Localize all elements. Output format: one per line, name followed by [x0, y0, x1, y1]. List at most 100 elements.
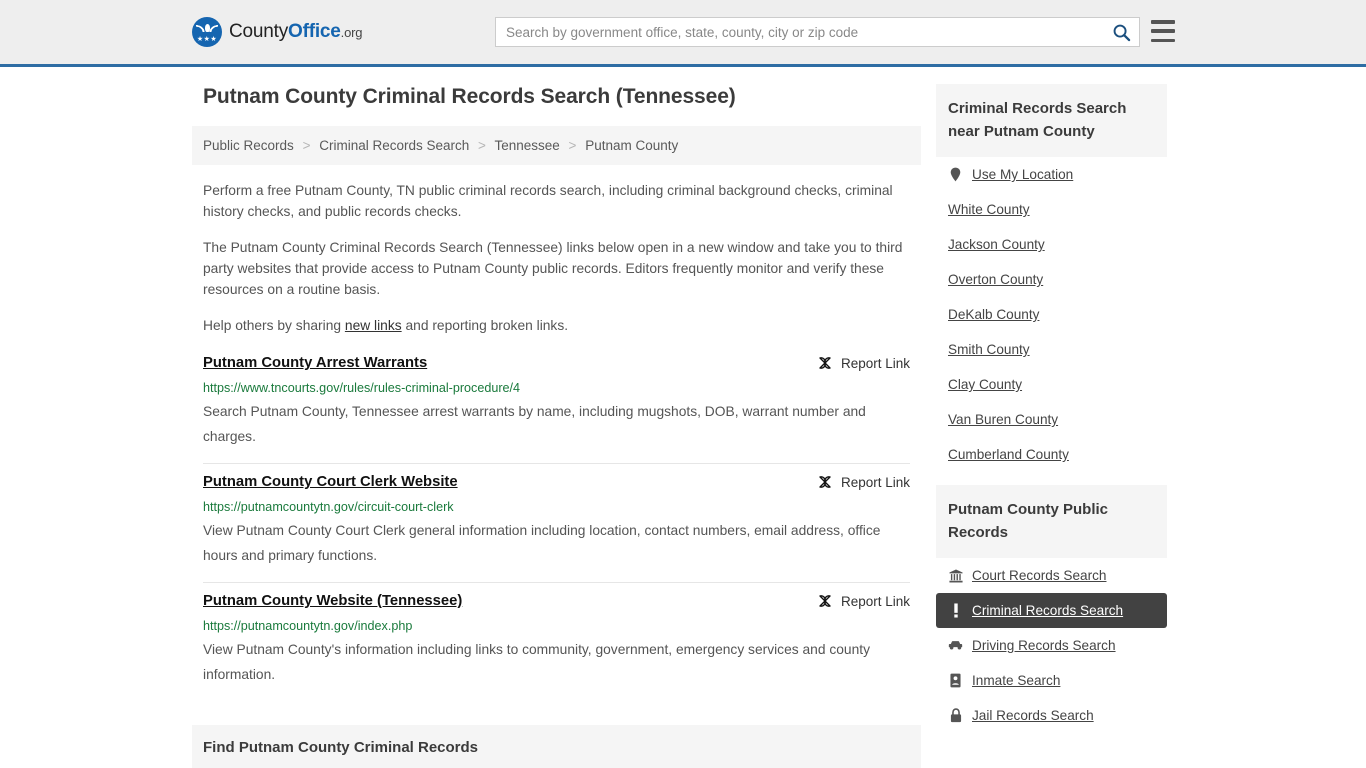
breadcrumb-separator: >: [478, 138, 486, 153]
broken-link-icon: [819, 357, 831, 369]
public-records-list: Court Records Search Criminal Records Se…: [936, 558, 1167, 733]
sidebar-item-clay-county[interactable]: Clay County: [936, 367, 1167, 402]
search-input[interactable]: [496, 18, 1103, 46]
list-item: Criminal Records Search: [936, 593, 1167, 628]
sidebar-item-label: White County: [948, 202, 1030, 217]
sidebar-item-label: DeKalb County: [948, 307, 1040, 322]
sidebar-item-white-county[interactable]: White County: [936, 192, 1167, 227]
result-header: Putnam County Arrest Warrants Report Lin…: [203, 354, 910, 373]
sidebar-item-label: Criminal Records Search: [972, 603, 1124, 618]
list-item: White County: [936, 192, 1167, 227]
report-link-button[interactable]: Report Link: [817, 474, 910, 490]
public-records-heading: Putnam County Public Records: [936, 485, 1167, 558]
list-item: Clay County: [936, 367, 1167, 402]
list-item: DeKalb County: [936, 297, 1167, 332]
broken-link-icon: [819, 476, 831, 488]
breadcrumb-item-putnam-county[interactable]: Putnam County: [585, 138, 678, 153]
sidebar-item-label: Jail Records Search: [972, 708, 1094, 723]
sidebar-item-criminal-records-search[interactable]: Criminal Records Search: [936, 593, 1167, 628]
result-title-link[interactable]: Putnam County Website (Tennessee): [203, 592, 462, 611]
result-item: Putnam County Court Clerk Website Report…: [203, 463, 910, 582]
breadcrumb-item-tennessee[interactable]: Tennessee: [494, 138, 559, 153]
result-item: Putnam County Arrest Warrants Report Lin…: [203, 351, 910, 463]
sidebar-item-use-my-location[interactable]: Use My Location: [936, 157, 1167, 192]
main-content: Putnam County Criminal Records Search (T…: [192, 67, 921, 768]
sidebar-item-label: Cumberland County: [948, 447, 1069, 462]
sidebar-item-jackson-county[interactable]: Jackson County: [936, 227, 1167, 262]
nearby-counties-list: Use My Location White County Jackson Cou…: [936, 157, 1167, 472]
page-title: Putnam County Criminal Records Search (T…: [203, 85, 736, 108]
hamburger-menu-icon[interactable]: [1151, 20, 1175, 42]
share-text-before: Help others by sharing: [203, 318, 345, 333]
result-title-link[interactable]: Putnam County Court Clerk Website: [203, 473, 458, 492]
courthouse-icon: [948, 568, 963, 583]
brand-part-org: .org: [340, 25, 363, 40]
breadcrumb: Public Records > Criminal Records Search…: [192, 126, 921, 165]
sidebar-item-overton-county[interactable]: Overton County: [936, 262, 1167, 297]
sidebar-item-smith-county[interactable]: Smith County: [936, 332, 1167, 367]
result-header: Putnam County Court Clerk Website Report…: [203, 473, 910, 492]
report-link-label: Report Link: [840, 593, 910, 609]
sidebar-item-inmate-search[interactable]: Inmate Search: [936, 663, 1167, 698]
sidebar: Criminal Records Search near Putnam Coun…: [936, 67, 1167, 768]
result-title-link[interactable]: Putnam County Arrest Warrants: [203, 354, 427, 373]
new-links-link[interactable]: new links: [345, 318, 402, 333]
sidebar-item-driving-records-search[interactable]: Driving Records Search: [936, 628, 1167, 663]
intro-paragraph-2: The Putnam County Criminal Records Searc…: [203, 240, 903, 297]
id-card-icon: [948, 673, 963, 688]
page-body: Putnam County Criminal Records Search (T…: [0, 67, 1366, 768]
list-item: Inmate Search: [936, 663, 1167, 698]
intro-paragraph-1: Perform a free Putnam County, TN public …: [203, 183, 893, 219]
sidebar-item-label: Jackson County: [948, 237, 1045, 252]
result-item: Putnam County Website (Tennessee) Report…: [203, 582, 910, 701]
report-link-label: Report Link: [840, 474, 910, 490]
result-description: Search Putnam County, Tennessee arrest w…: [203, 404, 866, 444]
sidebar-item-label: Court Records Search: [972, 568, 1107, 583]
report-link-button[interactable]: Report Link: [817, 593, 910, 609]
list-item: Overton County: [936, 262, 1167, 297]
map-pin-icon: [948, 167, 963, 182]
list-item: Driving Records Search: [936, 628, 1167, 663]
result-header: Putnam County Website (Tennessee) Report…: [203, 592, 910, 611]
result-description: View Putnam County Court Clerk general i…: [203, 523, 881, 563]
brand-part-office: Office: [288, 21, 341, 42]
sidebar-item-cumberland-county[interactable]: Cumberland County: [936, 437, 1167, 472]
section-heading: Find Putnam County Criminal Records: [192, 725, 921, 768]
brand-part-county: County: [229, 21, 289, 42]
car-icon: [948, 638, 963, 653]
breadcrumb-item-criminal-records-search[interactable]: Criminal Records Search: [319, 138, 469, 153]
nearby-counties-panel: Criminal Records Search near Putnam Coun…: [936, 84, 1167, 472]
eagle-seal-logo-icon: ★★★: [192, 17, 222, 47]
breadcrumb-item-public-records[interactable]: Public Records: [203, 138, 294, 153]
list-item: Cumberland County: [936, 437, 1167, 472]
list-item: Use My Location: [936, 157, 1167, 192]
sidebar-item-label: Overton County: [948, 272, 1044, 287]
sidebar-item-label: Clay County: [948, 377, 1023, 392]
exclamation-icon: [948, 603, 963, 618]
report-link-button[interactable]: Report Link: [817, 355, 910, 371]
breadcrumb-separator: >: [302, 138, 311, 153]
sidebar-item-label: Inmate Search: [972, 673, 1061, 688]
list-item: Van Buren County: [936, 402, 1167, 437]
sidebar-item-label: Van Buren County: [948, 412, 1059, 427]
result-url: https://putnamcountytn.gov/index.php: [203, 619, 413, 633]
sidebar-item-dekalb-county[interactable]: DeKalb County: [936, 297, 1167, 332]
sidebar-item-label: Driving Records Search: [972, 638, 1116, 653]
broken-link-icon: [819, 595, 831, 607]
site-logo-link[interactable]: ★★★ CountyOffice.org: [192, 17, 362, 47]
list-item: Court Records Search: [936, 558, 1167, 593]
report-link-label: Report Link: [840, 355, 910, 371]
share-text-after: and reporting broken links.: [401, 318, 569, 333]
sidebar-item-label: Use My Location: [972, 167, 1074, 182]
sidebar-item-jail-records-search[interactable]: Jail Records Search: [936, 698, 1167, 733]
list-item: Jail Records Search: [936, 698, 1167, 733]
site-header: ★★★ CountyOffice.org: [0, 0, 1366, 67]
result-url: https://putnamcountytn.gov/circuit-court…: [203, 500, 454, 514]
lock-icon: [948, 708, 963, 723]
public-records-panel: Putnam County Public Records Court Recor…: [936, 485, 1167, 733]
search-button[interactable]: [1103, 18, 1139, 46]
result-description: View Putnam County's information includi…: [203, 642, 870, 682]
search-bar: [495, 17, 1140, 47]
sidebar-item-van-buren-county[interactable]: Van Buren County: [936, 402, 1167, 437]
sidebar-item-court-records-search[interactable]: Court Records Search: [936, 558, 1167, 593]
